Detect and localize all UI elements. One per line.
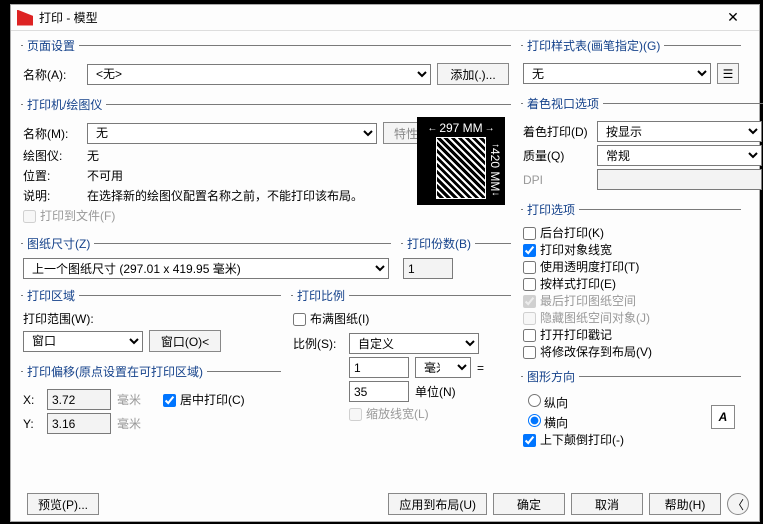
ok-button[interactable]: 确定 bbox=[493, 493, 565, 515]
scale-group: 打印比例 布满图纸(I) 比例(S): 自定义 毫米 = bbox=[291, 287, 511, 437]
quality-label: 质量(Q) bbox=[523, 147, 591, 164]
apply-layout-button[interactable]: 应用到布局(U) bbox=[388, 493, 487, 515]
dpi-input bbox=[597, 169, 762, 190]
app-logo-icon bbox=[17, 10, 33, 26]
plotter-desc-label: 说明: bbox=[23, 187, 81, 204]
offset-x-input[interactable] bbox=[47, 389, 111, 410]
center-plot-checkbox[interactable] bbox=[163, 394, 176, 407]
page-setup-group: 页面设置 名称(A): <无> 添加(.)... bbox=[21, 37, 511, 90]
preview-button[interactable]: 预览(P)... bbox=[27, 493, 99, 515]
offset-group: 打印偏移(原点设置在可打印区域) X: 毫米 居中打印(C) Y: 毫米 bbox=[21, 363, 281, 439]
style-table-group: 打印样式表(画笔指定)(G) 无 ☰ bbox=[521, 37, 741, 89]
opt-background[interactable]: 后台打印(K) bbox=[523, 226, 604, 240]
paper-size-select[interactable]: 上一个图纸尺寸 (297.01 x 419.95 毫米) bbox=[23, 258, 389, 279]
opt-lineweights[interactable]: 打印对象线宽 bbox=[523, 243, 612, 257]
paper-size-group: 图纸尺寸(Z) 上一个图纸尺寸 (297.01 x 419.95 毫米) bbox=[21, 235, 391, 281]
scale-legend: 打印比例 bbox=[293, 287, 349, 304]
scale-lineweights-checkbox bbox=[349, 408, 362, 421]
page-setup-legend: 页面设置 bbox=[23, 37, 79, 54]
plotter-device-value: 无 bbox=[87, 147, 99, 164]
scale-unit-select[interactable]: 毫米 bbox=[415, 357, 471, 378]
copies-legend: 打印份数(B) bbox=[403, 235, 475, 252]
scale-ratio-select[interactable]: 自定义 bbox=[349, 333, 479, 354]
offset-y-unit: 毫米 bbox=[117, 415, 141, 432]
style-table-select[interactable]: 无 bbox=[523, 63, 711, 84]
chevron-left-icon: 〈 bbox=[732, 496, 744, 513]
pen-icon: ☰ bbox=[723, 67, 734, 81]
close-button[interactable]: ✕ bbox=[713, 7, 753, 29]
expand-button[interactable]: 〈 bbox=[727, 493, 749, 515]
style-table-edit-button[interactable]: ☰ bbox=[717, 63, 739, 84]
shaded-group: 着色视口选项 着色打印(D) 按显示 质量(Q) 常规 DPI bbox=[521, 95, 763, 195]
opt-stamp[interactable]: 打开打印戳记 bbox=[523, 328, 612, 342]
opt-hide-ps: 隐藏图纸空间对象(J) bbox=[523, 311, 650, 325]
orient-portrait[interactable]: 纵向 bbox=[523, 396, 568, 410]
scale-unit-label: 单位(N) bbox=[415, 383, 471, 400]
opt-ps-last: 最后打印图纸空间 bbox=[523, 294, 636, 308]
scale-lineweights-label: 缩放线宽(L) bbox=[349, 405, 429, 422]
equals-sign: = bbox=[477, 361, 484, 375]
paper-preview: ←297 MM→ ↑420 MM↓ bbox=[417, 117, 505, 205]
quality-select[interactable]: 常规 bbox=[597, 145, 762, 166]
print-dialog: 打印 - 模型 ✕ 页面设置 名称(A): <无> 添加(.)... 打印机/绘… bbox=[10, 4, 760, 522]
plotter-name-select[interactable]: 无 bbox=[87, 123, 377, 144]
shade-plot-select[interactable]: 按显示 bbox=[597, 121, 762, 142]
plot-area-legend: 打印区域 bbox=[23, 287, 79, 304]
orient-landscape[interactable]: 横向 bbox=[523, 416, 568, 430]
plotter-location-label: 位置: bbox=[23, 167, 81, 184]
options-legend: 打印选项 bbox=[523, 201, 579, 218]
shade-plot-label: 着色打印(D) bbox=[523, 123, 591, 140]
plot-to-file-label: 打印到文件(F) bbox=[23, 207, 115, 224]
plot-what-label: 打印范围(W): bbox=[23, 310, 279, 327]
opt-styles[interactable]: 按样式打印(E) bbox=[523, 277, 616, 291]
orient-upside-down[interactable]: 上下颠倒打印(-) bbox=[523, 433, 624, 447]
offset-legend: 打印偏移(原点设置在可打印区域) bbox=[23, 363, 207, 380]
plot-what-select[interactable]: 窗口 bbox=[23, 331, 143, 352]
orientation-legend: 图形方向 bbox=[523, 368, 579, 385]
plot-to-file-checkbox bbox=[23, 210, 36, 223]
paper-preview-sheet bbox=[436, 137, 486, 199]
plot-area-group: 打印区域 打印范围(W): 窗口 窗口(O)< bbox=[21, 287, 281, 357]
cancel-button[interactable]: 取消 bbox=[571, 493, 643, 515]
offset-x-label: X: bbox=[23, 393, 41, 407]
help-button[interactable]: 帮助(H) bbox=[649, 493, 721, 515]
plot-window-button[interactable]: 窗口(O)< bbox=[149, 330, 221, 352]
window-title: 打印 - 模型 bbox=[39, 9, 713, 26]
copies-group: 打印份数(B) bbox=[401, 235, 511, 281]
options-group: 打印选项 后台打印(K) 打印对象线宽 使用透明度打印(T) 按样式打印(E) … bbox=[521, 201, 741, 362]
scale-numerator-input[interactable] bbox=[349, 357, 409, 378]
orientation-group: 图形方向 纵向 横向 上下颠倒打印(-) A bbox=[521, 368, 741, 450]
copies-input[interactable] bbox=[403, 258, 453, 279]
fit-to-paper-checkbox[interactable] bbox=[293, 313, 306, 326]
plotter-desc-value: 在选择新的绘图仪配置名称之前，不能打印该布局。 bbox=[87, 187, 387, 204]
plotter-device-label: 绘图仪: bbox=[23, 147, 81, 164]
opt-transparency[interactable]: 使用透明度打印(T) bbox=[523, 260, 639, 274]
offset-y-label: Y: bbox=[23, 417, 41, 431]
scale-ratio-label: 比例(S): bbox=[293, 335, 343, 352]
paper-size-legend: 图纸尺寸(Z) bbox=[23, 235, 94, 252]
fit-to-paper-label[interactable]: 布满图纸(I) bbox=[293, 312, 369, 326]
shaded-legend: 着色视口选项 bbox=[523, 95, 603, 112]
center-plot-label[interactable]: 居中打印(C) bbox=[163, 391, 245, 408]
page-setup-name-label: 名称(A): bbox=[23, 66, 81, 83]
dpi-label: DPI bbox=[523, 173, 591, 187]
plotter-legend: 打印机/绘图仪 bbox=[23, 96, 106, 113]
plotter-location-value: 不可用 bbox=[87, 167, 123, 184]
offset-x-unit: 毫米 bbox=[117, 391, 141, 408]
scale-denominator-input[interactable] bbox=[349, 381, 409, 402]
page-setup-add-button[interactable]: 添加(.)... bbox=[437, 63, 509, 85]
footer: 预览(P)... 应用到布局(U) 确定 取消 帮助(H) 〈 bbox=[21, 493, 749, 515]
style-table-legend: 打印样式表(画笔指定)(G) bbox=[523, 37, 664, 54]
offset-y-input[interactable] bbox=[47, 413, 111, 434]
orientation-icon: A bbox=[711, 405, 735, 429]
page-setup-name-select[interactable]: <无> bbox=[87, 64, 431, 85]
titlebar: 打印 - 模型 ✕ bbox=[11, 5, 759, 31]
opt-save-layout[interactable]: 将修改保存到布局(V) bbox=[523, 345, 652, 359]
plotter-name-label: 名称(M): bbox=[23, 125, 81, 142]
plotter-group: 打印机/绘图仪 名称(M): 无 特性(R)... 绘图仪: 无 位置: 不可用… bbox=[21, 96, 511, 229]
